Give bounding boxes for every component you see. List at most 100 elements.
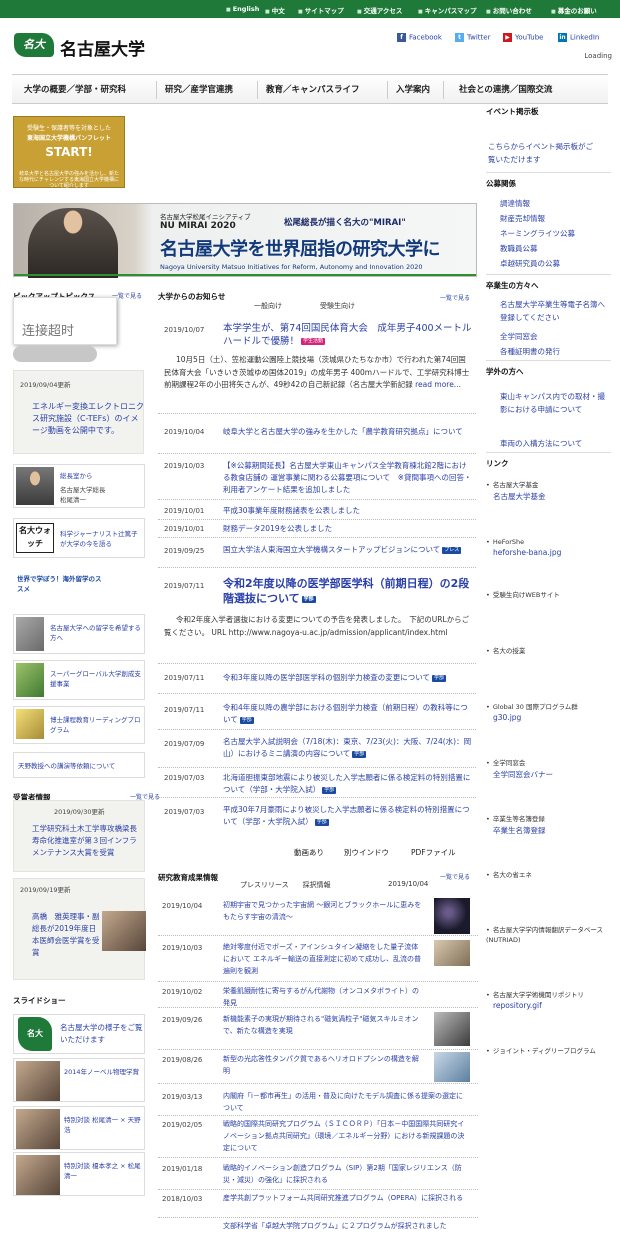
banner-headline: 名古屋大学を世界屈指の研究大学に (160, 239, 441, 260)
staff-recruitment-link[interactable]: 教職員公募 (500, 243, 538, 254)
vehicle-entry-link[interactable]: 車両の入構方法について (500, 438, 582, 449)
nav-divider (443, 81, 444, 99)
super-global-thumbnail (16, 663, 44, 697)
repository-banner-link[interactable]: repository.gif (493, 1001, 542, 1010)
international-students-link[interactable]: 名古屋大学への留学を希望する方へ (13, 614, 145, 654)
topbar-link-contact[interactable]: お問い合わせ (486, 5, 532, 15)
campus-filming-link[interactable]: 東山キャンパス内での取材・撮影における申請について (500, 390, 610, 416)
read-more-link[interactable]: read more... (415, 380, 461, 389)
alumni-banner-link[interactable]: 全学同窓会バナー (493, 769, 553, 780)
alumni-registration-banner-link[interactable]: 卒業生名簿登録 (493, 825, 546, 836)
nav-item-research[interactable]: 研究／産学官連携 (165, 83, 233, 95)
news-title-link[interactable]: 令和3年度以降の医学部医学科の個別学力検査の変更について 学部 (223, 672, 473, 684)
topbar-link-english[interactable]: English (226, 5, 260, 13)
nav-item-community[interactable]: 社会との連携／国際交流 (459, 83, 552, 95)
research-title-link[interactable]: 新機能素子の実現が期待される"磁気渦粒子"磁気スキルミオンで、新たな構造を実現 (223, 1013, 423, 1037)
procurement-link[interactable]: 調達情報 (500, 198, 530, 209)
nutriad-link[interactable]: 名古屋大学学内情報翻訳データベース(NUTRIAD) (486, 925, 606, 945)
energy-saving-link[interactable]: 名大の省エネ (486, 870, 532, 880)
loading-placeholder-bar (13, 346, 97, 362)
president-office-link[interactable]: 総長室から 名古屋大学総長 松尾清一 (13, 464, 145, 508)
link-caption: 卒業生等名簿登録 (486, 814, 545, 824)
research-title-link[interactable]: 栄養飢餓耐性に寄与するがん代謝物（オンコメタボライト）の発見 (223, 985, 423, 1009)
facebook-icon: f (397, 33, 406, 42)
fund-banner-link[interactable]: 名古屋大学基金 (493, 491, 546, 502)
research-more-link[interactable]: 一覧で見る (440, 872, 470, 881)
award-link[interactable]: 工学研究科土木工学専攻橋梁長寿命化推進室が第３回インフラメンテナンス大賞を受賞 (32, 823, 142, 859)
news-title-link[interactable]: 国立大学法人東海国立大学機構スタートアップビジョンについて プレス (223, 544, 473, 556)
news-item: 2019/10/04 岐阜大学と名古屋大学の強みを生かした「農学教育研究拠点」に… (158, 422, 476, 454)
news-title-link[interactable]: 平成30年7月豪雨により被災した入学志願者に係る検定料の特別措置について（学部・… (223, 804, 473, 828)
nu-mirai-banner[interactable]: 名古屋大学松尾イニシアティブ NU MIRAI 2020 松尾総長が描く名大の"… (13, 203, 477, 278)
dialogue-thumbnail (16, 1109, 60, 1149)
tab-general[interactable]: 一般向け (254, 301, 282, 311)
researcher-recruitment-link[interactable]: 卓越研究員の公募 (500, 258, 560, 269)
site-logo[interactable]: 名大 名古屋大学 (14, 33, 154, 60)
news-item: 2019/07/11 令和4年度以降の農学部における個別学力検査（前期日程）の教… (158, 696, 476, 730)
research-title-link[interactable]: 文部科学省「卓越大学院プログラム」に２プログラムが採択されました (223, 1220, 468, 1232)
connection-timeout-overlay: 连接超时 (13, 297, 117, 345)
topbar-link-sitemap[interactable]: サイトマップ (298, 5, 344, 15)
slide-campus-link[interactable]: 名大 名古屋大学の様子をご覧いただけます (13, 1014, 145, 1054)
naming-rights-link[interactable]: ネーミングライツ公募 (500, 228, 575, 239)
amano-lecture-link[interactable]: 天野教授への講演等依頼について (13, 752, 145, 778)
announcements-more-link[interactable]: 一覧で見る (440, 293, 470, 302)
alumni-directory-link[interactable]: 名古屋大学卒業生等電子名簿へ登録してください (500, 298, 610, 324)
news-title-link[interactable]: 名古屋大学入試説明会（7/18(木)：東京、7/23(火)：大阪、7/24(水)… (223, 736, 473, 760)
news-title-link[interactable]: 令和2年度以降の医学部医学科（前期日程）の2段階選抜について 学部 (223, 576, 473, 606)
global30-banner-link[interactable]: g30.jpg (493, 713, 521, 722)
topbar-link-donation[interactable]: 募金のお願い (551, 5, 597, 15)
property-sale-link[interactable]: 財産売却情報 (500, 213, 545, 224)
slide-dialogue-link[interactable]: 特別対談 榎本孝之 × 松尾清一 (13, 1152, 145, 1196)
slide-nobel-link[interactable]: 2014年ノーベル物理学賞 (13, 1058, 145, 1102)
facebook-link[interactable]: f Facebook (397, 33, 442, 42)
research-title-link[interactable]: 内閣府「i－都市再生」の活用・普及に向けたモデル調査に係る提案の選定について (223, 1090, 468, 1114)
research-thumbnail (434, 1052, 470, 1082)
super-global-link[interactable]: スーパーグローバル大学創成支援事業 (13, 660, 145, 700)
research-title-link[interactable]: 新型の光応答性タンパク質であるヘリオロドプシンの構造を解明 (223, 1053, 423, 1077)
nav-item-about[interactable]: 大学の概要／学部・研究科 (24, 83, 126, 95)
nav-item-education[interactable]: 教育／キャンパスライフ (266, 83, 360, 95)
announcements-heading: 大学からのお知らせ (158, 292, 226, 301)
news-title-link[interactable]: 岐阜大学と名古屋大学の強みを生かした「農学教育研究拠点」について (223, 426, 473, 438)
news-title-link[interactable]: 平成30事業年度財務諸表を公表しました (223, 505, 473, 517)
research-title-link[interactable]: 産学共創プラットフォーム共同研究推進プログラム（OPERA）に採択される (223, 1192, 468, 1204)
nav-item-admissions[interactable]: 入学案内 (396, 83, 430, 95)
topic-link[interactable]: エネルギー変換エレクトロニクス研究施設（C-TEFs）のイメージ動画を公開中です… (32, 401, 144, 437)
leading-program-link[interactable]: 博士課程教育リーディングプログラム (13, 706, 145, 744)
research-title-link[interactable]: 初期宇宙で見つかった宇宙網 ～銀河とブラックホールに恵みをもたらす宇宙の清流～ (223, 899, 423, 923)
study-abroad-link[interactable]: 世界で学ぼう！海外留学のススメ (13, 568, 145, 604)
news-date: 2019/10/03 (164, 462, 205, 470)
link-title: 2014年ノーベル物理学賞 (64, 1068, 140, 1076)
meidai-watch-link[interactable]: 名大ウォッチ 科学ジャーナリスト辻篤子が大学の今を語る (13, 518, 145, 558)
tokai-pamphlet-banner[interactable]: 受験生・保護者等を対象とした 東海国立大学機構パンフレット START! 岐阜大… (13, 116, 125, 189)
research-title-link[interactable]: 戦略的国際共同研究プログラム（ＳＩＣＯＲＰ）「日本－中国国際共同研究イノベーショ… (223, 1118, 468, 1154)
topbar-link-campus-map[interactable]: キャンパスマップ (418, 5, 477, 15)
youtube-link[interactable]: ▶ YouTube (503, 33, 543, 42)
twitter-icon: t (455, 33, 464, 42)
university-mark-icon: 名大 (14, 33, 54, 57)
topbar-link-chinese[interactable]: 中文 (265, 5, 285, 15)
tab-applicants[interactable]: 受験生向け (320, 301, 355, 311)
news-title-link[interactable]: 本学学生が、第74回国民体育大会 成年男子400メートルハードルで優勝！ 学生活動 (223, 322, 473, 348)
heforshe-banner-link[interactable]: heforshe-bana.jpg (493, 548, 561, 557)
news-title-link[interactable]: 北海道胆振東部地震により被災した入学志願者に係る検定料の特別措置について（学部・… (223, 772, 473, 796)
twitter-link[interactable]: t Twitter (455, 33, 490, 42)
slide-dialogue-link[interactable]: 特別対談 松尾清一 × 天野 浩 (13, 1106, 145, 1150)
research-title-link[interactable]: 絶対零度付近でボーズ・アインシュタイン凝縮をした量子流体において エネルギー輸送… (223, 941, 423, 977)
research-title-link[interactable]: 戦略的イノベーション創造プログラム（SIP）第2期「国家レジリエンス（防災・減災… (223, 1162, 468, 1186)
award-link[interactable]: 高橋 雅英理事・副総長が2019年度日本医師会医学賞を受賞 (32, 911, 100, 959)
alumni-association-link[interactable]: 全学同窓会 (500, 331, 538, 342)
news-title-link[interactable]: 令和4年度以降の農学部における個別学力検査（前期日程）の教科等について 学部 (223, 702, 473, 726)
news-title-link[interactable]: 【※公募期間延長】名古屋大学東山キャンパス全学教育棟北館2階における教食店舗の … (223, 460, 473, 496)
news-title-link[interactable]: 財務データ2019を公表しました (223, 523, 473, 535)
topbar-link-access[interactable]: 交通アクセス (357, 5, 403, 15)
research-tabs[interactable]: プレスリリース 採択情報 (240, 880, 331, 890)
university-classes-link[interactable]: 名大の授業 (486, 646, 526, 656)
event-board-link[interactable]: こちらからイベント掲示板がご覧いただけます (488, 140, 598, 166)
joint-degree-link[interactable]: ジョイント・ディグリープログラム (486, 1046, 596, 1056)
banner-program-name: NU MIRAI 2020 (160, 221, 236, 231)
linkedin-link[interactable]: in LinkedIn (558, 33, 599, 42)
certificates-link[interactable]: 各種証明書の発行 (500, 346, 560, 357)
entrance-website-link[interactable]: 受験生向けWEBサイト (486, 590, 560, 600)
